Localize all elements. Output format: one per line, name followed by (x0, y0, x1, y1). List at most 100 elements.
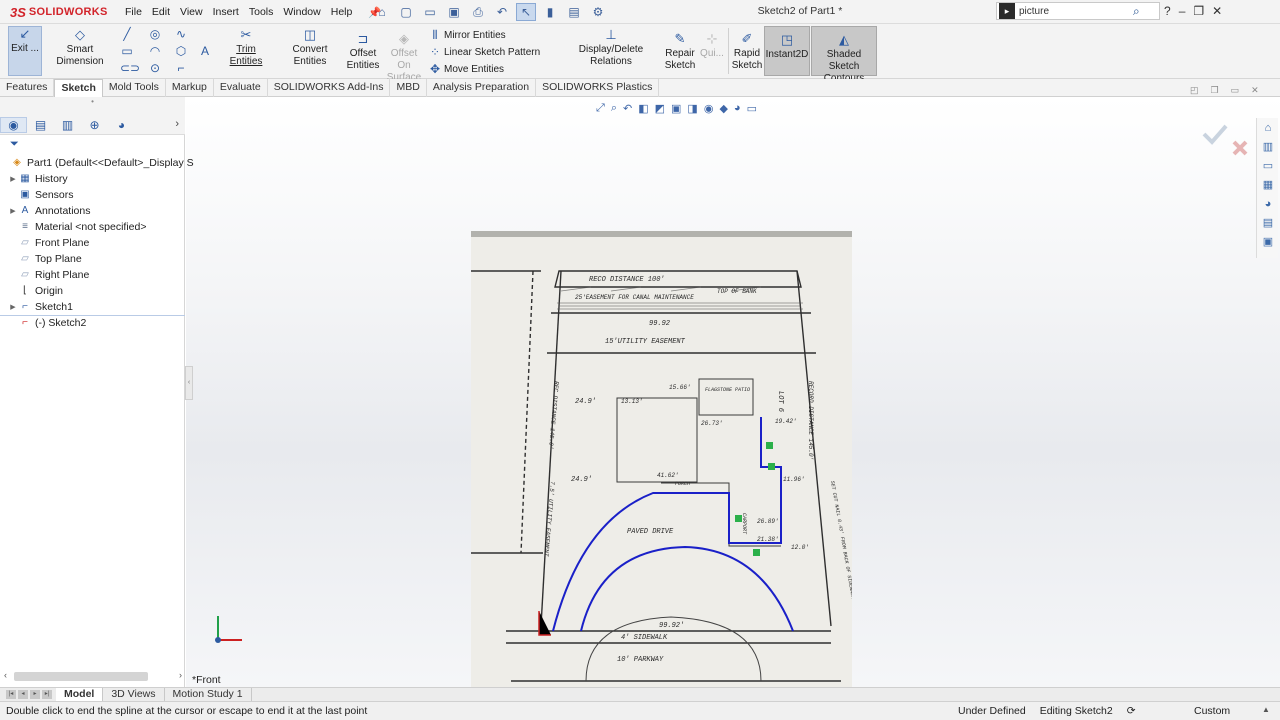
view-settings-icon[interactable]: ▭ (747, 102, 757, 115)
tree-item-sketch1[interactable]: ▶ ⌐ Sketch1 (8, 299, 73, 315)
expand-arrow-icon[interactable]: ▶ (8, 175, 18, 183)
search-input[interactable] (1017, 4, 1129, 18)
tree-item-origin[interactable]: ⌊ Origin (8, 283, 63, 299)
units-dropdown-icon[interactable]: ▲ (1262, 705, 1270, 714)
solidworks-resources-icon[interactable]: ⌂ (1259, 119, 1277, 137)
restore-icon[interactable]: ❐ (1193, 4, 1204, 18)
display-delete-relations-button[interactable]: ⊥ Display/Delete Relations (560, 28, 662, 68)
arc-tool[interactable]: ◠ (148, 44, 162, 58)
spline-tool[interactable]: ∿ (174, 27, 188, 41)
tree-root[interactable]: ◈ Part1 (Default<<Default>_Display S (0, 155, 194, 171)
tab-model[interactable]: Model (56, 687, 104, 702)
text-tool[interactable]: A (198, 44, 212, 58)
feature-manager-tab-icon[interactable]: ◉ (0, 116, 27, 133)
display-manager-tab-icon[interactable]: ◕ (108, 118, 135, 132)
shaded-sketch-contours-button[interactable]: ◭ Shaded Sketch Contours (811, 26, 877, 84)
fillet-tool[interactable]: ⌐ (174, 61, 188, 75)
tab-motion-study[interactable]: Motion Study 1 (165, 687, 252, 702)
circle-tool[interactable]: ◎ (148, 27, 162, 41)
tab-sketch[interactable]: Sketch (54, 79, 103, 97)
display-style-icon[interactable]: ◨ (687, 102, 697, 115)
select-icon[interactable]: ↖ (516, 3, 536, 21)
slot-tool[interactable]: ⊂⊃ (120, 61, 140, 75)
rectangle-tool[interactable]: ▭ (120, 44, 134, 58)
expand-arrow-icon[interactable]: ▶ (8, 207, 18, 215)
hide-show-icon[interactable]: ◉ (704, 102, 714, 115)
offset-on-surface-button[interactable]: ◈ Offset On Surface (384, 32, 424, 84)
help-icon[interactable]: ? (1164, 4, 1171, 18)
expand-arrow-icon[interactable]: ▶ (8, 303, 18, 311)
tree-item-annotations[interactable]: ▶ A Annotations (8, 203, 90, 219)
filter-icon[interactable]: ⏷ (10, 138, 19, 151)
sketch-picture[interactable]: RECO DISTANCE 100' 25'EASEMENT FOR CANAL… (471, 231, 852, 687)
minimize-icon[interactable]: – (1179, 4, 1186, 18)
scroll-left-icon[interactable]: ‹ (4, 670, 7, 680)
home-icon[interactable]: ⌂ (372, 3, 392, 21)
tree-item-history[interactable]: ▶ ▦ History (8, 171, 67, 187)
tree-item-sketch2[interactable]: ⌐ (-) Sketch2 (8, 315, 86, 331)
tree-filter[interactable]: ⏷ (0, 137, 185, 153)
tab-mold-tools[interactable]: Mold Tools (103, 79, 166, 97)
tree-item-front-plane[interactable]: ▱ Front Plane (8, 235, 89, 251)
menu-insert[interactable]: Insert (208, 6, 244, 18)
panel-expand-icon[interactable]: › (175, 118, 179, 130)
scroll-right-icon[interactable]: › (179, 670, 182, 680)
last-tab-icon[interactable]: ▸| (42, 690, 52, 699)
file-explorer-icon[interactable]: ▭ (1259, 157, 1277, 175)
rapid-sketch-button[interactable]: ✐ Rapid Sketch (731, 32, 763, 72)
traffic-light-icon[interactable]: ▮ (540, 3, 560, 21)
linear-sketch-pattern-button[interactable]: ⁘ Linear Sketch Pattern (428, 45, 540, 59)
options-gear-icon[interactable]: ⚙ (588, 3, 608, 21)
tab-analysis-preparation[interactable]: Analysis Preparation (427, 79, 537, 97)
polygon-tool[interactable]: ⬡ (174, 44, 188, 58)
forum-icon[interactable]: ▣ (1259, 233, 1277, 251)
quick-snaps-button[interactable]: ⊹ Qui... (699, 32, 725, 60)
save-icon[interactable]: ▣ (444, 3, 464, 21)
viewport-split-icon[interactable]: ◰ (1190, 85, 1199, 96)
menu-edit[interactable]: Edit (147, 6, 175, 18)
undo-icon[interactable]: ↶ (492, 3, 512, 21)
zoom-area-icon[interactable]: ⌕ (611, 102, 617, 115)
point-tool[interactable]: ⊙ (148, 61, 162, 75)
section-view-icon[interactable]: ◧ (638, 102, 648, 115)
exit-sketch-button[interactable]: ↙ Exit ... (8, 26, 42, 76)
mirror-entities-button[interactable]: ⫴ Mirror Entities (428, 28, 505, 43)
offset-entities-button[interactable]: ⊐ Offset Entities (344, 32, 382, 72)
tab-3d-views[interactable]: 3D Views (103, 687, 165, 702)
panel-horizontal-scrollbar[interactable]: ‹ › (4, 670, 182, 682)
cancel-x-icon[interactable] (1232, 140, 1248, 156)
search-scope-icon[interactable]: ▸ (999, 3, 1015, 19)
instant2d-button[interactable]: ◳ Instant2D (764, 26, 810, 76)
menu-tools[interactable]: Tools (244, 6, 279, 18)
viewport-close-icon[interactable]: ✕ (1251, 85, 1259, 96)
tab-evaluate[interactable]: Evaluate (214, 79, 268, 97)
line-tool[interactable]: ╱ (120, 27, 134, 41)
open-icon[interactable]: ▭ (420, 3, 440, 21)
rebuild-indicator-icon[interactable]: ⟳ (1127, 705, 1136, 717)
first-tab-icon[interactable]: |◂ (6, 690, 16, 699)
menu-help[interactable]: Help (326, 6, 358, 18)
tab-plastics[interactable]: SOLIDWORKS Plastics (536, 79, 660, 97)
confirm-check-icon[interactable] (1202, 124, 1228, 145)
panel-grip[interactable]: • (0, 97, 185, 115)
edit-appearance-icon[interactable]: ◆ (719, 102, 727, 115)
search-icon[interactable]: ⌕ (1133, 4, 1140, 19)
dimxpert-manager-tab-icon[interactable]: ⊕ (81, 118, 108, 132)
confirmation-corner[interactable] (1200, 120, 1252, 156)
tree-item-top-plane[interactable]: ▱ Top Plane (8, 251, 82, 267)
design-library-icon[interactable]: ▥ (1259, 138, 1277, 156)
tree-item-material[interactable]: ≡ Material <not specified> (8, 219, 146, 235)
menu-view[interactable]: View (175, 6, 208, 18)
previous-view-icon[interactable]: ↶ (623, 102, 632, 115)
new-document-icon[interactable]: ▢ (396, 3, 416, 21)
tree-item-right-plane[interactable]: ▱ Right Plane (8, 267, 89, 283)
menu-file[interactable]: File (120, 6, 147, 18)
solidworks-logo[interactable]: 3S SOLIDWORKS (10, 3, 107, 21)
scroll-thumb[interactable] (14, 672, 148, 681)
menu-window[interactable]: Window (278, 6, 325, 18)
move-entities-button[interactable]: ✥ Move Entities (428, 62, 504, 76)
print-icon[interactable]: ⎙ (468, 3, 488, 21)
property-manager-tab-icon[interactable]: ▤ (27, 118, 54, 132)
zoom-to-fit-icon[interactable]: ⤢ (596, 102, 605, 115)
dynamic-annotation-icon[interactable]: ◩ (655, 102, 665, 115)
